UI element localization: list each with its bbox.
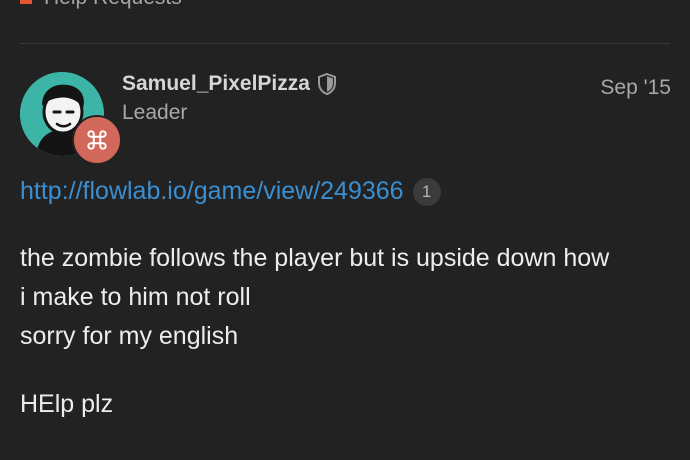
post-paragraph: the zombie follows the player but is ups… — [20, 239, 680, 356]
post-body-line: i make to him not roll — [20, 283, 251, 311]
category-label[interactable]: Help Requests — [44, 0, 182, 10]
command-key-icon — [87, 130, 107, 150]
post-date[interactable]: Sep '15 — [600, 76, 671, 100]
post-body-line: the zombie follows the player but is ups… — [20, 244, 610, 272]
post-closing-line: HElp plz — [20, 390, 114, 418]
shield-icon — [317, 73, 337, 95]
user-flair — [72, 115, 122, 165]
link-click-count-badge: 1 — [412, 177, 441, 206]
post-link-row: http://flowlab.io/game/view/249366 1 — [20, 177, 441, 206]
author-username[interactable]: Samuel_PixelPizza — [122, 72, 310, 96]
post-avatar-block[interactable] — [20, 72, 122, 165]
category-breadcrumb[interactable]: Help Requests — [20, 0, 182, 10]
category-color-badge — [20, 0, 32, 4]
author-title: Leader — [122, 101, 188, 124]
post-body-line: sorry for my english — [20, 322, 239, 350]
topic-divider — [20, 43, 670, 44]
game-link[interactable]: http://flowlab.io/game/view/249366 — [20, 177, 404, 206]
post-body: the zombie follows the player but is ups… — [20, 239, 680, 356]
post-author-row: Samuel_PixelPizza — [122, 72, 337, 96]
